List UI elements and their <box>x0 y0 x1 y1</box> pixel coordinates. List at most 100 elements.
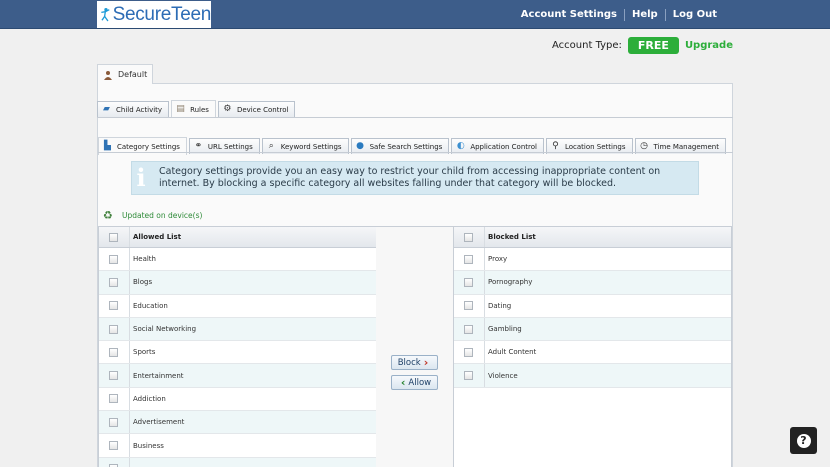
category-name: Social Networking <box>133 325 197 334</box>
tab-label: Time Management <box>653 142 719 151</box>
category-name: Blogs <box>133 278 153 287</box>
row-checkbox[interactable] <box>109 324 118 334</box>
profile-icon <box>104 70 112 80</box>
row-checkbox[interactable] <box>109 394 118 404</box>
blocked-row[interactable]: Violence <box>454 364 731 388</box>
category-name: Proxy <box>488 255 508 264</box>
category-name: Advertisement <box>133 418 185 427</box>
tab-label: Location Settings <box>564 142 626 151</box>
category-name: Dating <box>488 301 512 310</box>
tab-label: Child Activity <box>116 105 163 114</box>
row-checkbox[interactable] <box>109 301 118 311</box>
help-chat-button[interactable]: ? <box>790 427 817 454</box>
info-icon: i <box>136 163 146 192</box>
running-figure-icon <box>101 7 110 21</box>
row-checkbox[interactable] <box>109 441 118 451</box>
allowed-row[interactable]: Sports <box>99 341 376 365</box>
update-status: ♻ Updated on device(s) <box>103 210 202 221</box>
info-box: i Category settings provide you an easy … <box>131 161 699 195</box>
tab-child-activity[interactable]: ▰ Child Activity <box>97 101 170 117</box>
tab-label: URL Settings <box>207 142 253 151</box>
allowed-row[interactable]: Entertainment <box>99 364 376 388</box>
allowed-row[interactable]: Education <box>99 294 376 318</box>
logo[interactable]: SecureTeen <box>97 1 211 28</box>
tab-label: Category Settings <box>117 142 180 151</box>
allow-button-label: Allow <box>408 377 432 388</box>
allow-button[interactable]: ‹ Allow <box>391 375 438 390</box>
category-name: Addiction <box>133 394 166 403</box>
tab-label: Keyword Settings <box>280 142 342 151</box>
info-text: Category settings provide you an easy wa… <box>159 166 661 189</box>
account-type-label: Account Type: <box>552 39 622 51</box>
row-checkbox[interactable] <box>464 254 473 264</box>
tab-label: Rules <box>190 105 209 114</box>
main-tabs-divider <box>97 117 733 118</box>
category-name: Violence <box>488 371 518 380</box>
tab-label: Device Control <box>236 105 289 114</box>
row-checkbox[interactable] <box>109 254 118 264</box>
allowed-row[interactable]: Business <box>99 434 376 458</box>
row-checkbox[interactable] <box>109 347 118 357</box>
category-name: Entertainment <box>133 371 184 380</box>
row-checkbox[interactable] <box>464 324 473 334</box>
category-icon: ▙ <box>104 141 111 151</box>
brand-name: SecureTeen <box>112 3 212 25</box>
row-checkbox[interactable] <box>109 371 118 381</box>
row-checkbox[interactable] <box>464 301 473 311</box>
row-checkbox[interactable] <box>464 277 473 287</box>
chevron-right-icon: › <box>423 356 429 369</box>
tab-device-control[interactable]: ⚙ Device Control <box>217 101 296 117</box>
help-link[interactable]: Help <box>623 8 665 21</box>
blocked-row[interactable]: Adult Content <box>454 341 731 365</box>
allowed-row[interactable]: Advertisement <box>99 411 376 435</box>
blocked-list: Blocked List Proxy Pornography Dating Ga… <box>453 226 732 467</box>
block-button-label: Block <box>397 357 421 368</box>
upgrade-link[interactable]: Upgrade <box>685 40 733 51</box>
allowed-list-header: Allowed List <box>99 227 376 248</box>
block-button[interactable]: Block › <box>391 355 438 370</box>
account-settings-link[interactable]: Account Settings <box>514 9 624 21</box>
account-type: Account Type: FREE Upgrade <box>552 36 733 54</box>
blocked-row[interactable]: Proxy <box>454 248 731 272</box>
row-checkbox[interactable] <box>464 371 473 381</box>
logout-link[interactable]: Log Out <box>664 8 724 21</box>
list-actions-area <box>376 226 454 467</box>
allowed-list: Allowed List Health Blogs Education Soci… <box>98 226 377 467</box>
blocked-row[interactable]: Pornography <box>454 271 731 295</box>
tab-rules[interactable]: ▤ Rules <box>171 100 216 118</box>
tab-label: Application Control <box>470 142 537 151</box>
profile-tab-label: Default <box>118 70 148 79</box>
device-icon: ⚙ <box>223 104 232 114</box>
profile-tab-default[interactable]: Default <box>97 64 154 84</box>
row-checkbox[interactable] <box>464 347 473 357</box>
allowed-row[interactable] <box>99 457 376 467</box>
question-icon: ? <box>796 433 811 448</box>
allowed-row[interactable]: Addiction <box>99 387 376 412</box>
main-tabs: ▰ Child Activity ▤ Rules ⚙ Device Contro… <box>97 99 297 118</box>
location-icon: ⚲ <box>552 141 559 151</box>
category-name: Business <box>133 441 164 450</box>
allowed-row[interactable]: Blogs <box>99 271 376 295</box>
app-icon: ◐ <box>456 141 465 151</box>
allowed-list-title: Allowed List <box>133 233 182 241</box>
rules-icon: ▤ <box>176 104 185 114</box>
row-checkbox[interactable] <box>109 277 118 287</box>
select-all-blocked-checkbox[interactable] <box>464 232 473 242</box>
settings-tabs-divider <box>98 152 733 153</box>
blocked-row[interactable]: Dating <box>454 294 731 318</box>
update-status-text: Updated on device(s) <box>122 211 203 220</box>
allowed-row[interactable]: Social Networking <box>99 317 376 342</box>
row-checkbox[interactable] <box>109 417 118 427</box>
category-name: Education <box>133 301 168 310</box>
clock-icon: ◷ <box>640 141 648 151</box>
plan-badge: FREE <box>627 36 679 54</box>
tab-label: Safe Search Settings <box>369 142 443 151</box>
category-name: Adult Content <box>488 348 537 357</box>
select-all-allowed-checkbox[interactable] <box>109 232 118 242</box>
magnifier-icon: ⌕ <box>268 141 274 151</box>
allowed-row[interactable]: Health <box>99 248 376 272</box>
sync-icon: ♻ <box>103 209 113 222</box>
blocked-row[interactable]: Gambling <box>454 317 731 342</box>
url-icon: ⚭ <box>194 141 203 151</box>
blocked-list-title: Blocked List <box>488 233 536 241</box>
